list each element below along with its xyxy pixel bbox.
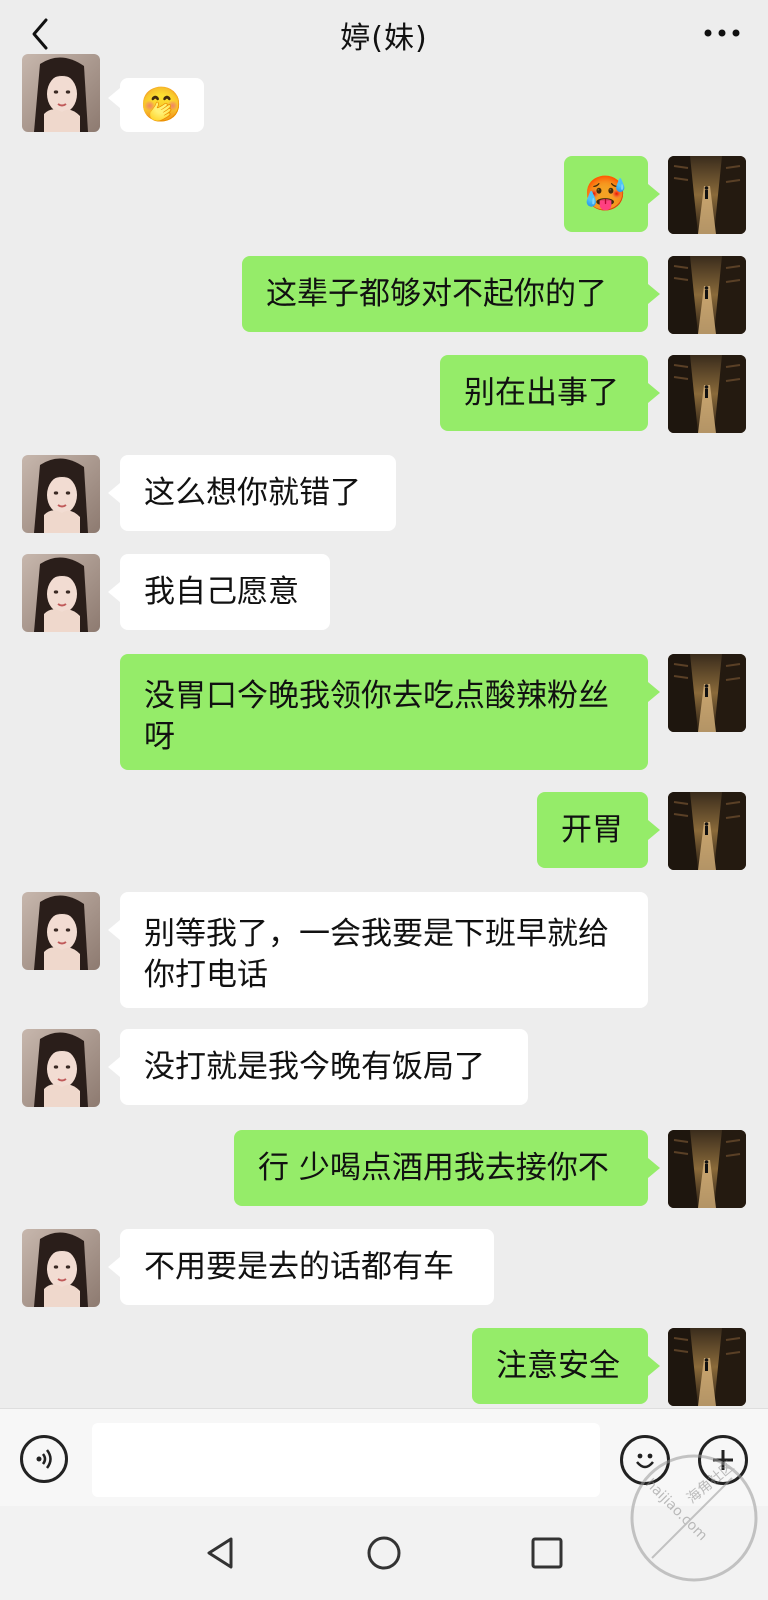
self-avatar[interactable] bbox=[668, 256, 746, 334]
message-bubble[interactable]: 没打就是我今晚有饭局了 bbox=[120, 1029, 528, 1105]
nav-home-button[interactable] bbox=[359, 1528, 409, 1578]
message-bubble[interactable]: 🤭 bbox=[120, 78, 204, 132]
message-bubble[interactable]: 行 少喝点酒用我去接你不 bbox=[234, 1130, 648, 1206]
message-line: 呀 bbox=[144, 719, 175, 755]
plus-button[interactable] bbox=[698, 1435, 748, 1485]
emoji-icon bbox=[636, 1453, 654, 1469]
back-button[interactable] bbox=[20, 14, 60, 54]
message-bubble[interactable]: 🥵 bbox=[564, 156, 648, 232]
message-bubble[interactable]: 注意安全 bbox=[472, 1328, 648, 1404]
contact-avatar[interactable] bbox=[22, 554, 100, 632]
more-dots-icon bbox=[704, 29, 740, 37]
self-avatar[interactable] bbox=[668, 156, 746, 234]
contact-avatar[interactable] bbox=[22, 455, 100, 533]
message-line: 别等我了，一会我要是下班早就给 bbox=[144, 916, 609, 952]
contact-avatar[interactable] bbox=[22, 54, 100, 132]
self-avatar[interactable] bbox=[668, 1130, 746, 1208]
nav-back-icon bbox=[207, 1537, 233, 1569]
nav-recent-icon bbox=[531, 1537, 563, 1569]
message-line: 没胃口今晚我领你去吃点酸辣粉丝 bbox=[144, 678, 609, 714]
emoji-button[interactable] bbox=[620, 1435, 670, 1485]
chevron-left-icon bbox=[32, 18, 48, 50]
message-line: 你打电话 bbox=[144, 957, 268, 993]
message-bubble[interactable]: 别在出事了 bbox=[440, 355, 648, 431]
nav-back-button[interactable] bbox=[196, 1528, 246, 1578]
self-avatar[interactable] bbox=[668, 792, 746, 870]
voice-icon bbox=[36, 1449, 52, 1469]
self-avatar[interactable] bbox=[668, 355, 746, 433]
chat-header: 婷(妹) bbox=[0, 0, 768, 70]
contact-avatar[interactable] bbox=[22, 1229, 100, 1307]
contact-avatar[interactable] bbox=[22, 1029, 100, 1107]
message-bubble[interactable]: 开胃 bbox=[537, 792, 648, 868]
more-button[interactable] bbox=[700, 18, 744, 48]
self-avatar[interactable] bbox=[668, 1328, 746, 1406]
message-bubble[interactable]: 不用要是去的话都有车 bbox=[120, 1229, 494, 1305]
self-avatar[interactable] bbox=[668, 654, 746, 732]
plus-icon bbox=[713, 1450, 733, 1470]
input-bar bbox=[0, 1408, 768, 1507]
message-bubble[interactable]: 这么想你就错了 bbox=[120, 455, 396, 531]
message-bubble[interactable]: 我自己愿意 bbox=[120, 554, 330, 630]
voice-button[interactable] bbox=[20, 1435, 68, 1483]
message-bubble[interactable]: 别等我了，一会我要是下班早就给 你打电话 bbox=[120, 892, 648, 1008]
system-nav-bar bbox=[0, 1506, 768, 1600]
nav-recent-button[interactable] bbox=[522, 1528, 572, 1578]
message-bubble[interactable]: 这辈子都够对不起你的了 bbox=[242, 256, 648, 332]
contact-avatar[interactable] bbox=[22, 892, 100, 970]
chat-title: 婷(妹) bbox=[340, 21, 428, 56]
nav-home-icon bbox=[367, 1536, 401, 1570]
message-bubble[interactable]: 没胃口今晚我领你去吃点酸辣粉丝 呀 bbox=[120, 654, 648, 770]
message-input[interactable] bbox=[92, 1423, 600, 1497]
